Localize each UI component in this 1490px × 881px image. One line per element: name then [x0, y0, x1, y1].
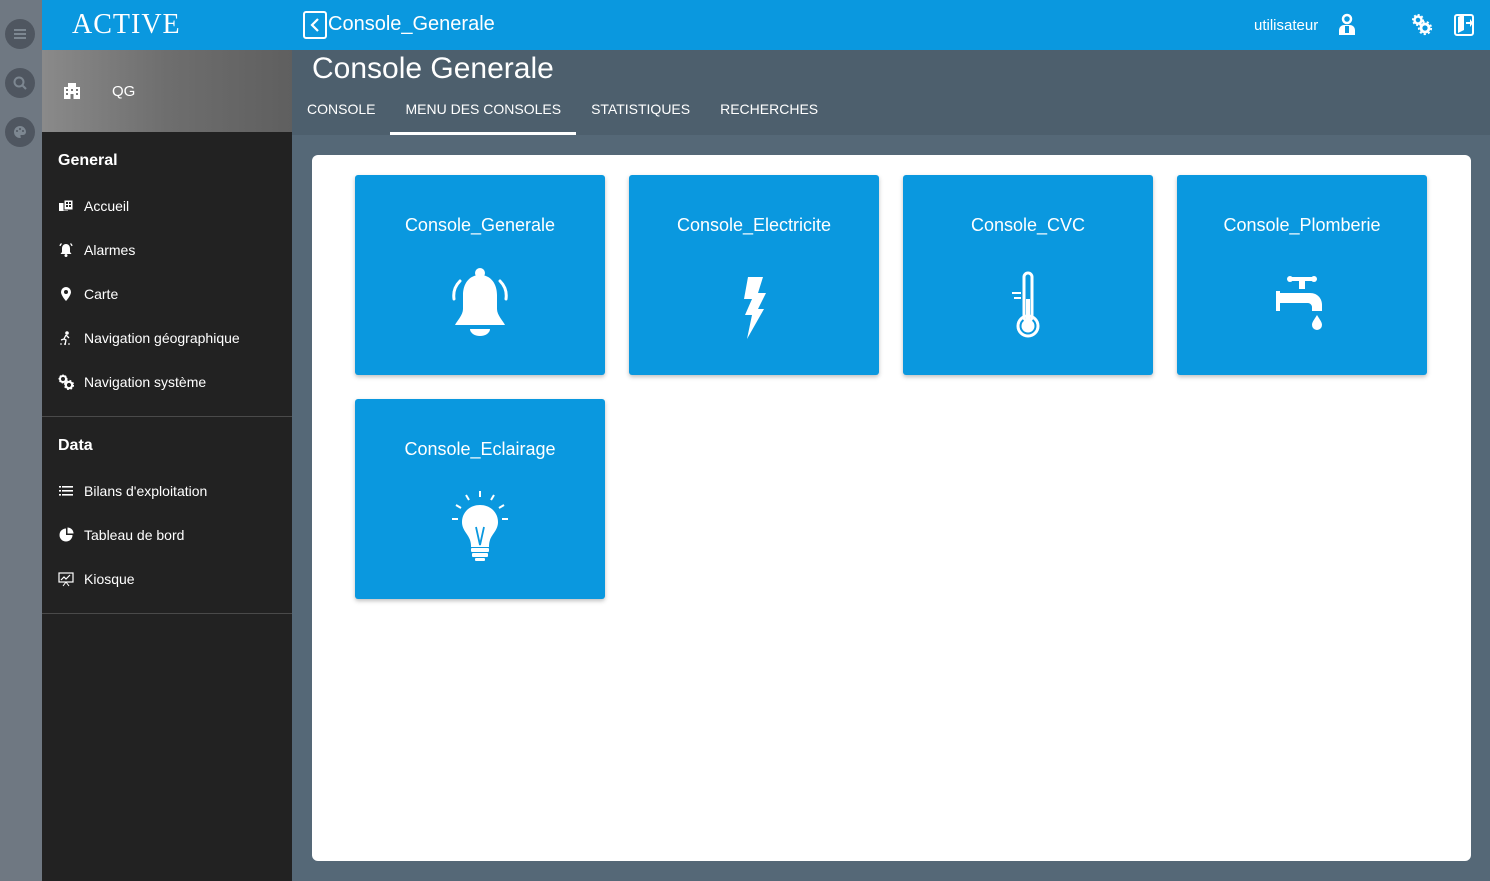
lightning-icon	[744, 277, 766, 339]
console-card-title: Console_CVC	[970, 215, 1086, 235]
consoles-panel: Console_Generale Console_Electricite Con…	[312, 155, 1471, 861]
search-icon	[13, 76, 27, 90]
chevron-left-icon	[310, 18, 319, 32]
tab-bar: CONSOLE MENU DES CONSOLES STATISTIQUES R…	[292, 94, 833, 135]
console-card-eclairage[interactable]: Console_Eclairage	[355, 399, 605, 599]
console-card-electricite[interactable]: Console_Electricite	[629, 175, 879, 375]
building-icon	[64, 83, 80, 99]
user-name[interactable]: utilisateur	[1254, 17, 1318, 34]
sidebar-item-label: Tableau de bord	[84, 527, 185, 543]
console-card-title: Console_Eclairage	[404, 439, 556, 459]
topbar: Console_Generale utilisateur	[292, 0, 1490, 50]
back-button[interactable]	[303, 11, 327, 39]
tab-statistiques[interactable]: STATISTIQUES	[576, 94, 705, 135]
menu-list-button[interactable]	[5, 19, 35, 49]
section-title: Data	[58, 437, 93, 454]
sidebar-section-general: General Accueil Alarmes Carte Navigation…	[42, 132, 292, 417]
console-card-cvc[interactable]: Console_CVC	[903, 175, 1153, 375]
sidebar-item-bilans[interactable]: Bilans d'exploitation	[42, 469, 292, 513]
site-selector[interactable]: QG	[42, 50, 292, 132]
sidebar-item-kiosque[interactable]: Kiosque	[42, 557, 292, 601]
presentation-icon	[58, 572, 74, 587]
tab-menu-des-consoles[interactable]: MENU DES CONSOLES	[390, 94, 576, 135]
list-icon	[59, 486, 73, 496]
geo-navigation-icon	[60, 331, 72, 346]
page-header: Console Generale CONSOLE MENU DES CONSOL…	[292, 50, 1490, 135]
sidebar-item-label: Accueil	[84, 198, 130, 214]
faucet-icon	[1276, 276, 1322, 330]
left-rail	[0, 0, 42, 881]
search-button[interactable]	[5, 68, 35, 98]
sidebar-item-accueil[interactable]: Accueil	[42, 184, 292, 228]
sidebar-item-tableau-de-bord[interactable]: Tableau de bord	[42, 513, 292, 557]
topbar-title: Console_Generale	[328, 13, 495, 35]
sidebar-item-label: Navigation système	[84, 374, 207, 390]
sidebar-item-label: Bilans d'exploitation	[84, 483, 208, 499]
map-pin-icon	[61, 287, 71, 301]
console-card-title: Console_Generale	[404, 215, 556, 235]
sidebar-item-navigation-systeme[interactable]: Navigation système	[42, 360, 292, 404]
site-name: QG	[112, 82, 136, 100]
home-icon	[59, 199, 74, 211]
logo-area[interactable]: ACTIVE	[42, 0, 292, 50]
sidebar-item-carte[interactable]: Carte	[42, 272, 292, 316]
settings-gears-icon[interactable]	[1411, 13, 1433, 37]
menu-list-icon	[14, 29, 26, 39]
thermometer-icon	[1012, 271, 1040, 338]
console-card-generale[interactable]: Console_Generale	[355, 175, 605, 375]
tab-recherches[interactable]: RECHERCHES	[705, 94, 833, 135]
alarm-bell-icon	[59, 243, 73, 257]
sidebar-item-label: Alarmes	[84, 242, 136, 258]
sidebar-item-label: Navigation géographique	[84, 330, 240, 346]
user-icon[interactable]	[1336, 13, 1358, 37]
console-card-plomberie[interactable]: Console_Plomberie	[1177, 175, 1427, 375]
page-title: Console Generale	[312, 52, 554, 85]
logout-icon[interactable]	[1453, 13, 1475, 37]
section-title: General	[58, 152, 118, 169]
sidebar-item-alarmes[interactable]: Alarmes	[42, 228, 292, 272]
pie-chart-icon	[59, 527, 74, 542]
bell-icon	[452, 268, 508, 336]
sidebar-item-label: Kiosque	[84, 571, 135, 587]
sidebar: ACTIVE QG General Accueil Alarmes Carte …	[42, 0, 292, 881]
system-gears-icon	[58, 374, 74, 390]
sidebar-section-data: Data Bilans d'exploitation Tableau de bo…	[42, 417, 292, 614]
palette-icon	[14, 126, 26, 138]
console-card-title: Console_Plomberie	[1223, 215, 1381, 235]
sidebar-item-navigation-geographique[interactable]: Navigation géographique	[42, 316, 292, 360]
tab-console[interactable]: CONSOLE	[292, 94, 390, 135]
console-card-title: Console_Electricite	[676, 215, 832, 235]
lightbulb-icon	[452, 491, 508, 561]
palette-button[interactable]	[5, 117, 35, 147]
sidebar-item-label: Carte	[84, 286, 119, 302]
app-logo: ACTIVE	[72, 9, 181, 40]
